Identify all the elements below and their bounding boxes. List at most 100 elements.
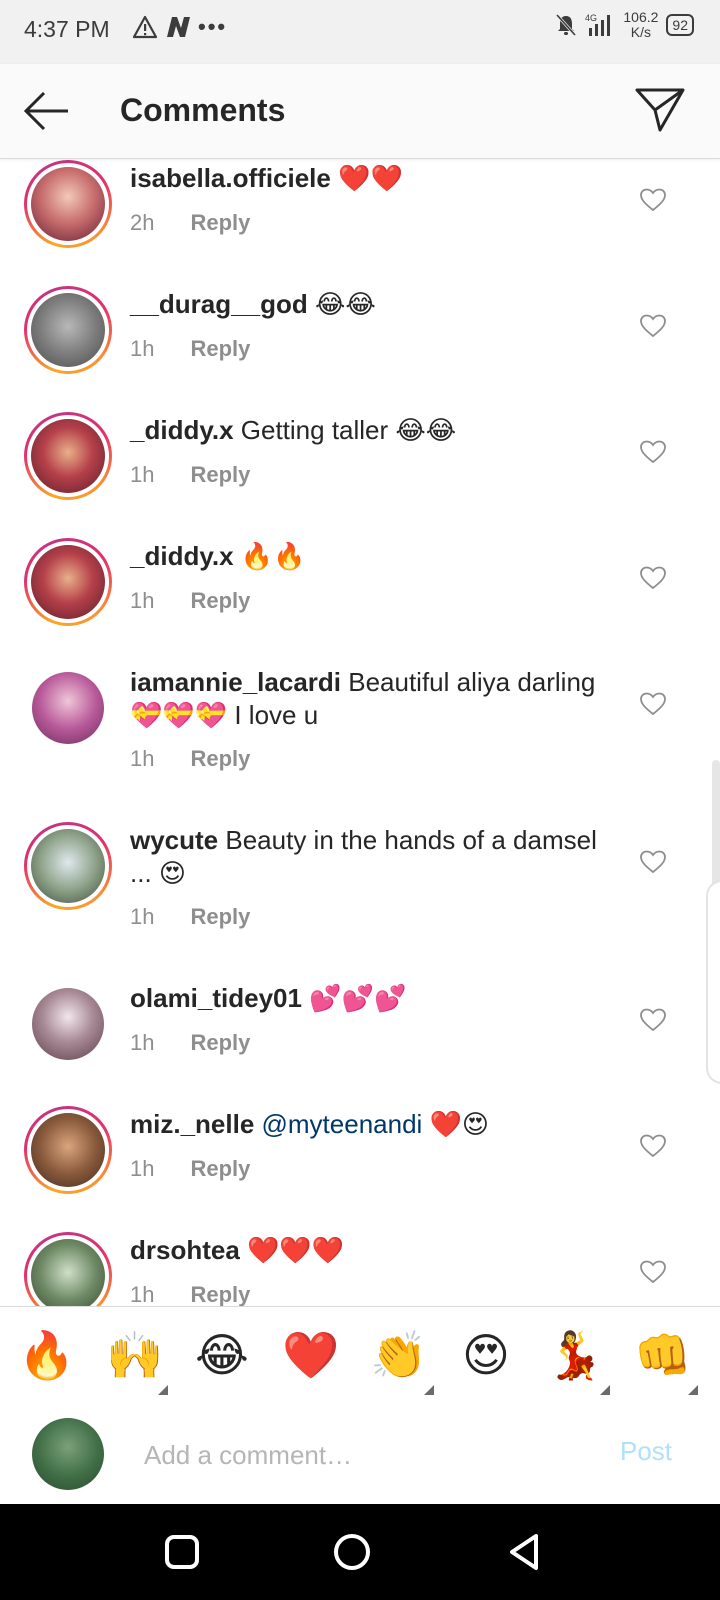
home-circle-icon[interactable] (330, 1530, 374, 1574)
comment-text: drsohtea ❤️❤️❤️ (130, 1235, 345, 1265)
emoji-fist-button[interactable]: 👊 (634, 1327, 691, 1383)
comment-text: olami_tidey01 💕💕💕 (130, 983, 407, 1013)
comment-time: 2h (130, 210, 155, 235)
comment-meta: 1h Reply (130, 1156, 250, 1182)
comment-username[interactable]: drsohtea (130, 1235, 240, 1265)
comment-text: miz._nelle @myteenandi ❤️😍 (130, 1109, 490, 1139)
edge-panel-handle[interactable] (706, 880, 720, 1084)
signal-4g-icon: 4G (585, 13, 611, 36)
skin-tone-indicator (424, 1385, 434, 1395)
reply-button[interactable]: Reply (190, 746, 250, 771)
comment-text: isabella.officiele ❤️❤️ (130, 163, 403, 193)
emoji-joy-button[interactable]: 😂 (194, 1327, 250, 1383)
comment-time: 1h (130, 904, 155, 929)
comment-time: 1h (130, 588, 155, 613)
comment-username[interactable]: isabella.officiele (130, 163, 331, 193)
emoji-clap-button[interactable]: 👏 (370, 1327, 427, 1383)
like-heart-icon[interactable] (640, 314, 666, 338)
like-heart-icon[interactable] (640, 850, 666, 874)
comment-mention[interactable]: @myteenandi (254, 1109, 423, 1139)
comment-composer: Post (0, 1404, 720, 1504)
system-nav-bar (0, 1504, 720, 1600)
comment-username[interactable]: olami_tidey01 (130, 983, 302, 1013)
page-title: Comments (120, 92, 286, 128)
comment-text: iamannie_lacardi Beautiful aliya darling… (130, 667, 596, 730)
back-triangle-icon[interactable] (502, 1530, 546, 1574)
comment-input[interactable] (142, 1430, 566, 1480)
comment-username[interactable]: _diddy.x (130, 415, 234, 445)
current-user-avatar (32, 1418, 104, 1490)
comment-text: wycute Beauty in the hands of a damsel .… (130, 825, 597, 888)
post-button[interactable]: Post (620, 1436, 672, 1467)
avatar[interactable] (24, 664, 112, 752)
avatar[interactable] (24, 412, 112, 500)
emoji-dancer-button[interactable]: 💃 (546, 1327, 603, 1383)
share-button[interactable] (634, 84, 686, 136)
avatar[interactable] (24, 160, 112, 248)
comment-username[interactable]: iamannie_lacardi (130, 667, 341, 697)
notification-icons: ••• (132, 14, 227, 40)
battery-indicator: 92 (666, 14, 694, 36)
comment-time: 1h (130, 336, 155, 361)
avatar[interactable] (24, 1106, 112, 1194)
emoji-raised-hands-button[interactable]: 🙌 (106, 1327, 163, 1383)
comment-username[interactable]: _diddy.x (130, 541, 234, 571)
comment-meta: 1h Reply (130, 462, 250, 488)
comment-meta: 1h Reply (130, 1030, 250, 1056)
comment-username[interactable]: wycute (130, 825, 218, 855)
reply-button[interactable]: Reply (190, 1156, 250, 1181)
more-notifications-icon: ••• (198, 14, 228, 39)
mute-bell-icon (556, 13, 577, 37)
reply-button[interactable]: Reply (190, 462, 250, 487)
comments-list[interactable]: isabella.officiele ❤️❤️ 2h Reply __durag_… (0, 158, 720, 1306)
comment-time: 1h (130, 1156, 155, 1181)
like-heart-icon[interactable] (640, 1008, 666, 1032)
recents-square-icon[interactable] (160, 1530, 204, 1574)
app-n-icon (167, 17, 190, 37)
reply-button[interactable]: Reply (190, 210, 250, 235)
back-button[interactable] (22, 88, 72, 134)
reply-button[interactable]: Reply (190, 904, 250, 929)
comment-time: 1h (130, 462, 155, 487)
network-speed: 106.2 K/s (623, 9, 659, 40)
comment-time: 1h (130, 1030, 155, 1055)
skin-tone-indicator (688, 1385, 698, 1395)
like-heart-icon[interactable] (640, 188, 666, 212)
emoji-quick-bar: 🔥 🙌 😂 ❤️ 👏 😍 💃 👊 (0, 1306, 720, 1405)
comment-meta: 1h Reply (130, 336, 250, 362)
warning-icon (132, 15, 158, 39)
paper-plane-icon (635, 88, 685, 132)
status-bar: 4:37 PM ••• 4G 106.2 K/s 92 (0, 0, 720, 64)
avatar[interactable] (24, 980, 112, 1068)
comment-time: 1h (130, 1282, 155, 1306)
like-heart-icon[interactable] (640, 1260, 666, 1284)
like-heart-icon[interactable] (640, 440, 666, 464)
like-heart-icon[interactable] (640, 692, 666, 716)
back-arrow-icon (23, 91, 68, 131)
comment-meta: 1h Reply (130, 588, 250, 614)
comment-meta: 1h Reply (130, 904, 250, 930)
avatar[interactable] (24, 1232, 112, 1306)
status-time: 4:37 PM (24, 16, 110, 42)
comment-username[interactable]: __durag__god (130, 289, 308, 319)
avatar[interactable] (24, 286, 112, 374)
reply-button[interactable]: Reply (190, 336, 250, 361)
emoji-heart-button[interactable]: ❤️ (282, 1327, 339, 1383)
reply-button[interactable]: Reply (190, 1030, 250, 1055)
comment-meta: 1h Reply (130, 746, 250, 772)
avatar[interactable] (24, 822, 112, 910)
emoji-fire-button[interactable]: 🔥 (18, 1327, 75, 1383)
comment-time: 1h (130, 746, 155, 771)
comment-text: __durag__god 😂😂 (130, 289, 376, 319)
svg-text:4G: 4G (585, 13, 597, 23)
like-heart-icon[interactable] (640, 1134, 666, 1158)
comment-text: _diddy.x 🔥🔥 (130, 541, 306, 571)
avatar[interactable] (24, 538, 112, 626)
comment-meta: 2h Reply (130, 210, 250, 236)
reply-button[interactable]: Reply (190, 1282, 250, 1306)
emoji-heart-eyes-button[interactable]: 😍 (458, 1327, 514, 1383)
like-heart-icon[interactable] (640, 566, 666, 590)
app-header: Comments (0, 64, 720, 159)
reply-button[interactable]: Reply (190, 588, 250, 613)
comment-username[interactable]: miz._nelle (130, 1109, 254, 1139)
